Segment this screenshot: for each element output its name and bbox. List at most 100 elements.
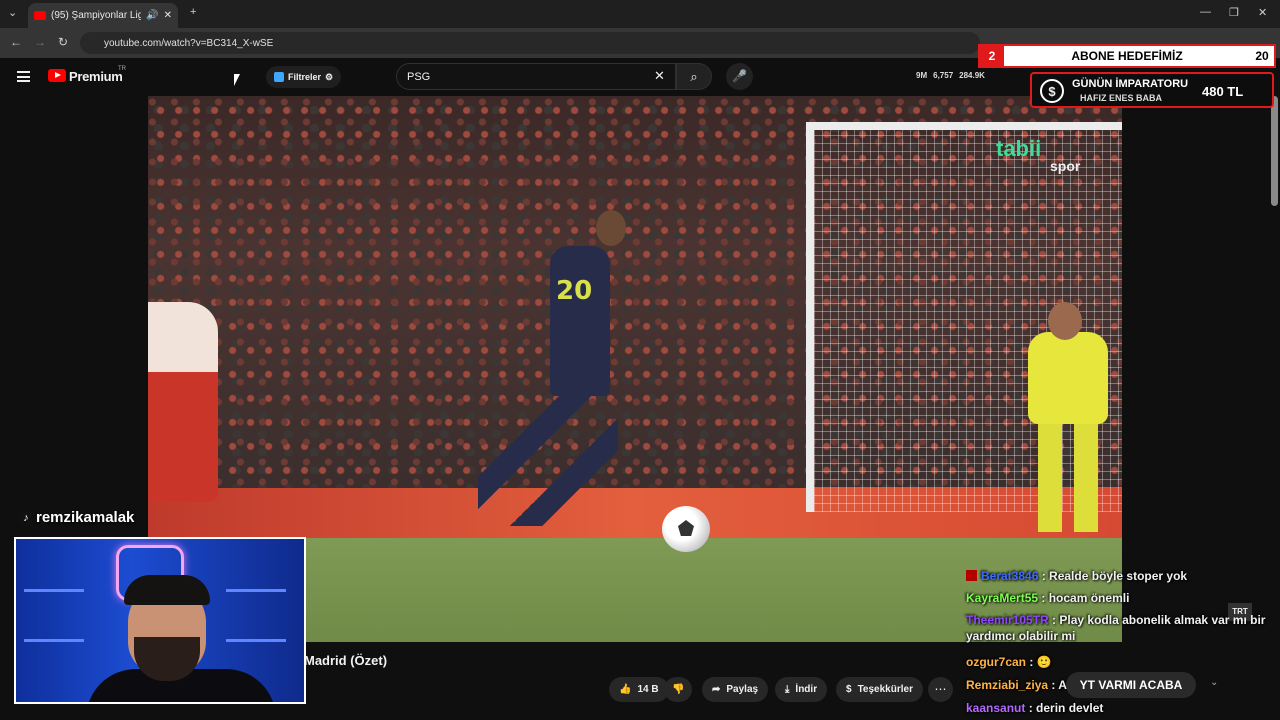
top-donor-panel: $ GÜNÜN İMPARATORU HAFIZ ENES BABA 480 T… xyxy=(1030,72,1274,108)
thanks-icon: $ xyxy=(846,684,852,695)
youtube-logo-icon[interactable] xyxy=(48,69,66,82)
tiktok-icon: ♪ xyxy=(20,510,32,525)
chat-user: KayraMert55 xyxy=(966,591,1039,605)
back-icon[interactable]: ← xyxy=(10,35,22,49)
region-label: TR xyxy=(118,66,126,72)
download-label: İndir xyxy=(795,684,818,695)
tab-close-icon[interactable]: ✕ xyxy=(164,10,172,21)
search-input[interactable]: PSG xyxy=(396,63,676,90)
broadcaster-logo: tabii xyxy=(996,136,1042,161)
share-label: Paylaş xyxy=(726,684,759,695)
goal-label: ABONE HEDEFİMİZ xyxy=(1071,49,1183,63)
url-text: youtube.com/watch?v=BC314_X-wSE xyxy=(104,37,274,49)
clear-search-icon[interactable]: ✕ xyxy=(654,68,665,84)
video-title: Madrid (Özet) xyxy=(304,653,388,668)
striker xyxy=(550,246,610,396)
more-actions-icon[interactable]: ⋯ xyxy=(928,677,953,702)
football xyxy=(662,506,710,552)
search-value: PSG xyxy=(407,71,431,83)
chat-text: Realde böyle stoper yok xyxy=(1049,569,1188,583)
striker-legs xyxy=(478,396,618,526)
chat-user: ozgur7can xyxy=(966,655,1027,669)
new-tab-icon[interactable]: + xyxy=(190,6,196,18)
mic-icon: 🎤 xyxy=(732,69,747,83)
chat-message: kaansanut : derin devlet xyxy=(966,701,1104,715)
like-count: 14 B xyxy=(637,684,659,695)
shelf xyxy=(226,639,286,642)
goal-target: 20 xyxy=(1255,49,1269,63)
mouse-cursor-icon xyxy=(234,74,240,86)
stat-views: 9M xyxy=(916,71,928,80)
goalkeeper-legs xyxy=(1038,422,1098,532)
webcam-feed xyxy=(14,537,306,704)
thumbs-up-icon: 👍 xyxy=(619,684,632,695)
like-button[interactable]: 👍 14 B xyxy=(609,677,669,702)
youtube-favicon-icon xyxy=(34,11,46,20)
chevron-down-icon[interactable]: ⌄ xyxy=(1210,677,1218,688)
download-button[interactable]: ⤓ İndir xyxy=(775,677,828,702)
goal-current: 2 xyxy=(980,46,1004,66)
defender xyxy=(148,302,218,502)
filters-button[interactable]: Filtreler ⚙ xyxy=(266,66,342,88)
chat-badge-icon xyxy=(966,570,977,581)
menu-icon[interactable] xyxy=(17,71,30,82)
dislike-button[interactable]: 👎 xyxy=(664,677,693,702)
chat-message: Berat3846 : Realde böyle stoper yok xyxy=(966,568,1187,584)
subscriber-goal-bar: 2 ABONE HEDEFİMİZ 20 xyxy=(978,44,1276,68)
thanks-button[interactable]: $ Teşekkürler xyxy=(836,677,923,702)
chat-text: derin devlet xyxy=(1036,701,1104,715)
brand-label[interactable]: Premium xyxy=(69,69,123,84)
window-close-icon[interactable]: ✕ xyxy=(1258,6,1267,19)
browser-tab[interactable]: (95) Şampiyonlar Ligi 3. Haf 🔊 ✕ xyxy=(28,3,178,28)
scrollbar[interactable] xyxy=(1271,96,1278,206)
chat-message: Theemir105TR : Play kodla abonelik almak… xyxy=(966,613,1266,643)
trt-logo: TRT xyxy=(1228,603,1252,621)
chat-message: ozgur7can : 🙂 xyxy=(966,655,1052,669)
broadcaster-logo-sub: spor xyxy=(1050,158,1081,174)
chat-user: Remziabi_ziya xyxy=(966,678,1049,692)
tab-title: (95) Şampiyonlar Ligi 3. Haf xyxy=(51,10,142,21)
top-donor-name: HAFIZ ENES BABA xyxy=(1080,93,1163,103)
top-donor-amount: 480 TL xyxy=(1202,84,1244,99)
share-button[interactable]: ➦ Paylaş xyxy=(702,677,769,702)
stat-followers: 284.9K xyxy=(959,71,985,80)
voice-search-button[interactable]: 🎤 xyxy=(726,63,753,90)
browser-tab-bar: ⌄ (95) Şampiyonlar Ligi 3. Haf 🔊 ✕ + — ❐… xyxy=(0,0,1280,28)
shelf xyxy=(24,589,84,592)
chat-highlight-pill: YT VARMI ACABA xyxy=(1066,672,1196,698)
stat-viewers: 6,757 xyxy=(933,71,954,80)
forward-icon[interactable]: → xyxy=(34,35,46,49)
search-icon: ⌕ xyxy=(690,69,698,84)
filter-app-icon xyxy=(274,72,284,82)
striker-head xyxy=(596,210,626,246)
chat-message: KayraMert55 : hocam önemli xyxy=(966,591,1130,605)
chat-text: hocam önemli xyxy=(1048,591,1130,605)
chat-user: kaansanut xyxy=(966,701,1026,715)
filters-label: Filtreler xyxy=(288,72,322,82)
trt-label: TRT xyxy=(1232,607,1248,616)
tab-search-icon[interactable]: ⌄ xyxy=(8,6,17,19)
reload-icon[interactable]: ↻ xyxy=(58,35,68,49)
thumbs-down-icon: 👎 xyxy=(672,684,685,695)
chat-user: Theemir105TR xyxy=(966,613,1049,627)
tiktok-handle: ♪ remzikamalak xyxy=(20,509,134,526)
download-icon: ⤓ xyxy=(785,684,790,695)
search-button[interactable]: ⌕ xyxy=(676,63,712,90)
share-icon: ➦ xyxy=(712,684,721,695)
minimize-icon[interactable]: — xyxy=(1200,6,1211,18)
streamer-hair xyxy=(124,575,210,605)
chat-message: Remziabi_ziya : Abi xyxy=(966,677,1078,693)
chat-user: Berat3846 xyxy=(981,569,1039,583)
stream-stats: 9M 6,757 284.9K xyxy=(916,71,985,80)
restore-icon[interactable]: ❐ xyxy=(1229,6,1239,19)
url-field[interactable]: youtube.com/watch?v=BC314_X-wSE xyxy=(80,32,980,54)
sliders-icon: ⚙ xyxy=(325,71,334,82)
tiktok-handle-text: remzikamalak xyxy=(36,509,135,526)
chat-highlight-text: YT VARMI ACABA xyxy=(1079,678,1183,692)
tab-audio-icon[interactable]: 🔊 xyxy=(146,10,158,21)
chat-text: 🙂 xyxy=(1036,655,1052,669)
top-donor-title: GÜNÜN İMPARATORU xyxy=(1072,78,1189,90)
thanks-label: Teşekkürler xyxy=(857,684,913,695)
jersey-number: 20 xyxy=(556,276,593,306)
shelf xyxy=(24,639,84,642)
